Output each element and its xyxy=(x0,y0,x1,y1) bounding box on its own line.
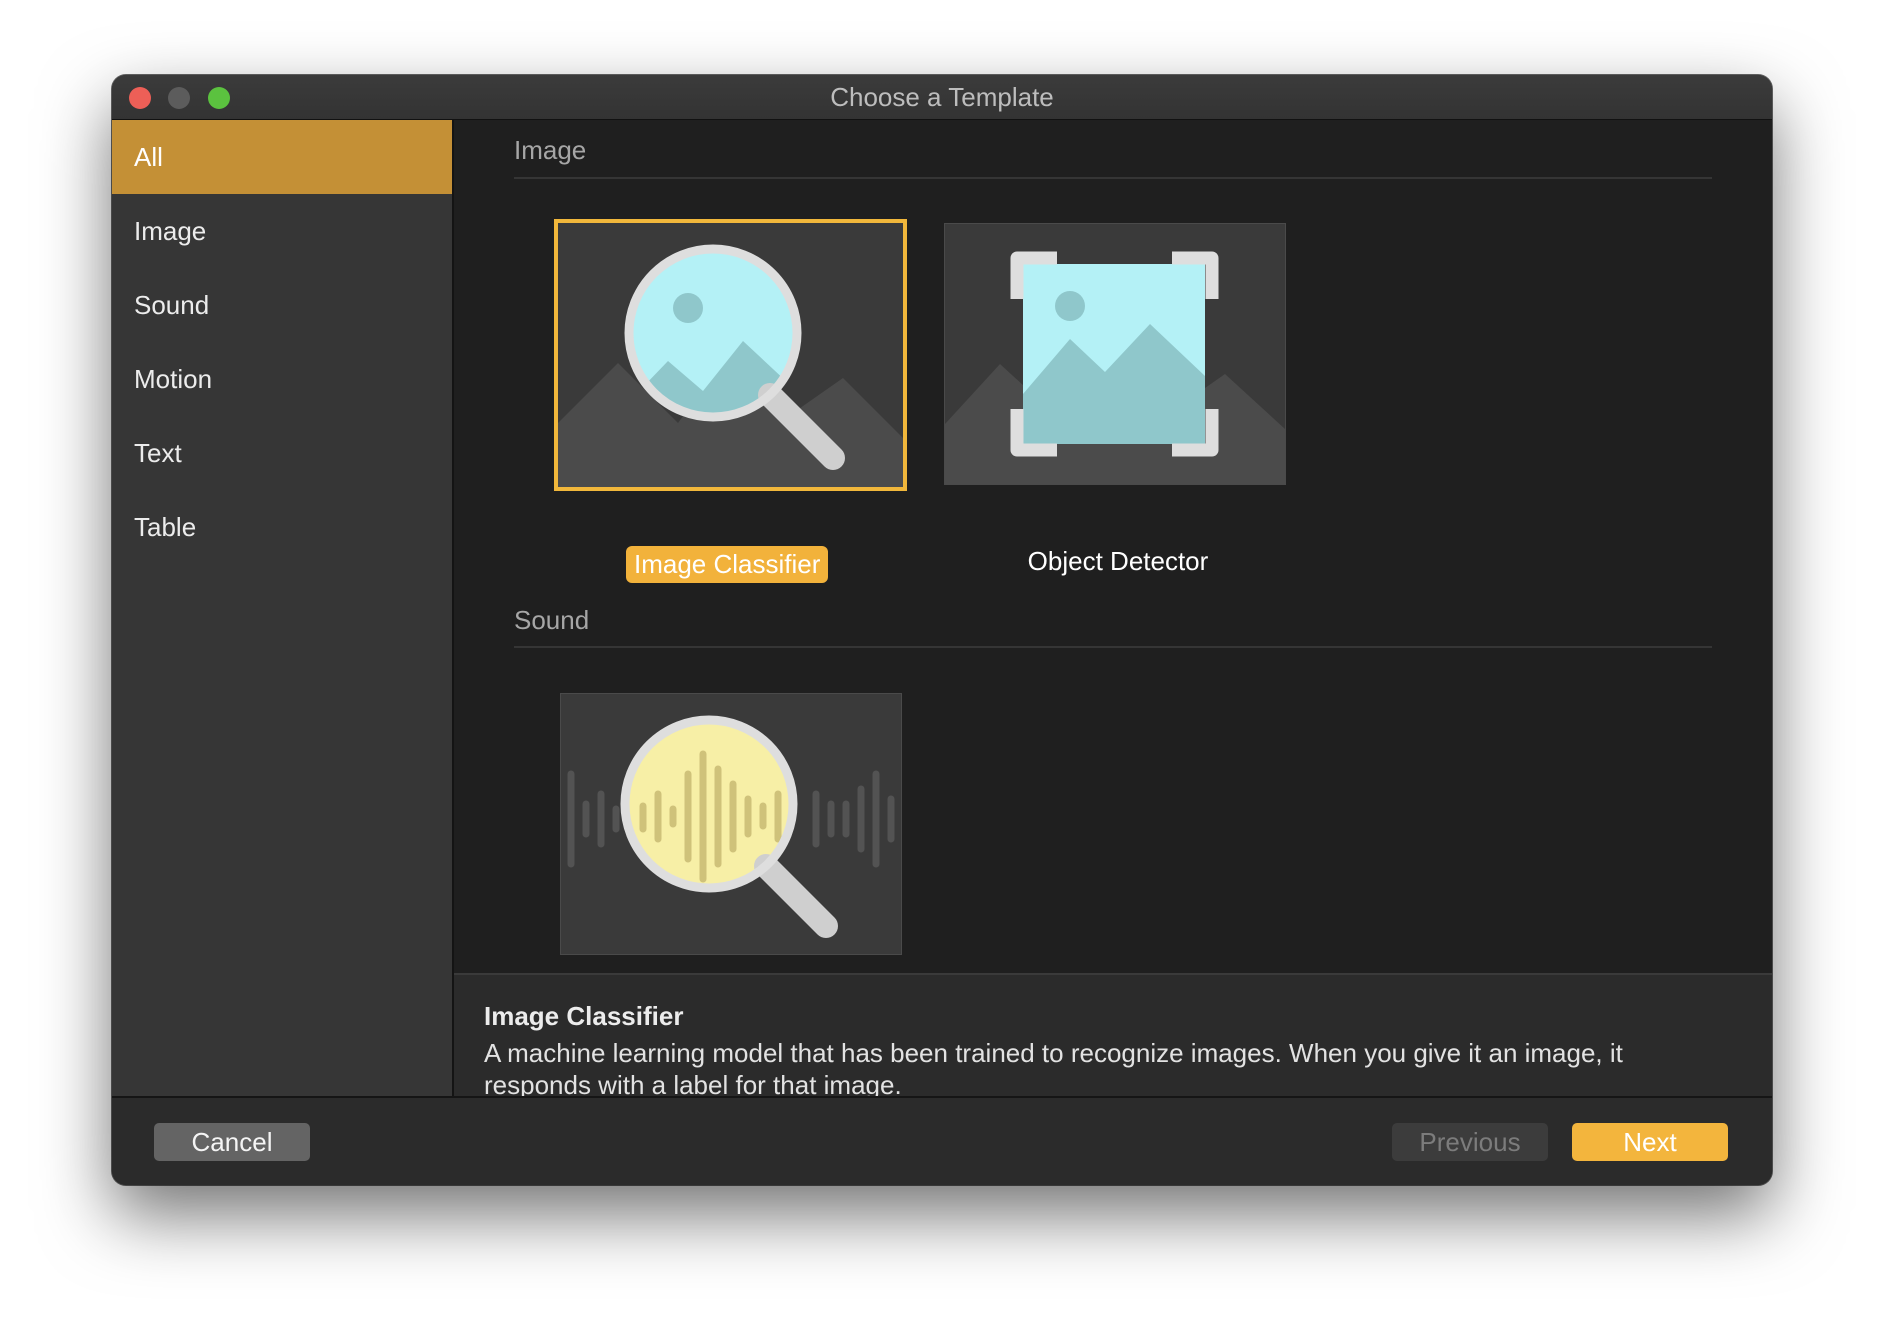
sidebar-item-all[interactable]: All xyxy=(112,120,452,194)
sidebar-item-image[interactable]: Image xyxy=(112,194,452,268)
template-chooser-window: Choose a Template All Image Sound Motion… xyxy=(112,75,1772,1185)
image-classifier-label[interactable]: Image Classifier xyxy=(626,546,829,583)
description-text: A machine learning model that has been t… xyxy=(484,1038,1623,1100)
section-title-sound: Sound xyxy=(514,605,590,635)
window-title: Choose a Template xyxy=(830,82,1054,112)
sidebar: All Image Sound Motion Text Table xyxy=(112,120,454,1096)
section-title-image: Image xyxy=(514,135,587,165)
previous-button[interactable]: Previous xyxy=(1392,1123,1548,1161)
description-title: Image Classifier xyxy=(484,1001,684,1031)
sidebar-item-sound[interactable]: Sound xyxy=(112,268,452,342)
sidebar-item-table[interactable]: Table xyxy=(112,490,452,564)
magnifier-waveform-icon xyxy=(561,694,901,954)
object-detector-template[interactable] xyxy=(944,223,1286,485)
object-detector-label[interactable]: Object Detector xyxy=(968,546,1268,577)
magnifier-image-icon xyxy=(558,223,903,487)
object-detector-frame-icon xyxy=(945,224,1285,484)
next-button[interactable]: Next xyxy=(1572,1123,1728,1161)
sidebar-item-text[interactable]: Text xyxy=(112,416,452,490)
title-bar: Choose a Template xyxy=(112,75,1772,120)
sound-classifier-template[interactable] xyxy=(560,693,902,955)
footer-bar: Cancel Previous Next xyxy=(112,1096,1772,1185)
section-divider xyxy=(514,646,1712,648)
cancel-button[interactable]: Cancel xyxy=(154,1123,310,1161)
image-classifier-template[interactable] xyxy=(554,219,907,491)
sidebar-item-motion[interactable]: Motion xyxy=(112,342,452,416)
template-gallery: Image Image Classifier Object Detector S… xyxy=(454,120,1772,973)
section-divider xyxy=(514,177,1712,179)
